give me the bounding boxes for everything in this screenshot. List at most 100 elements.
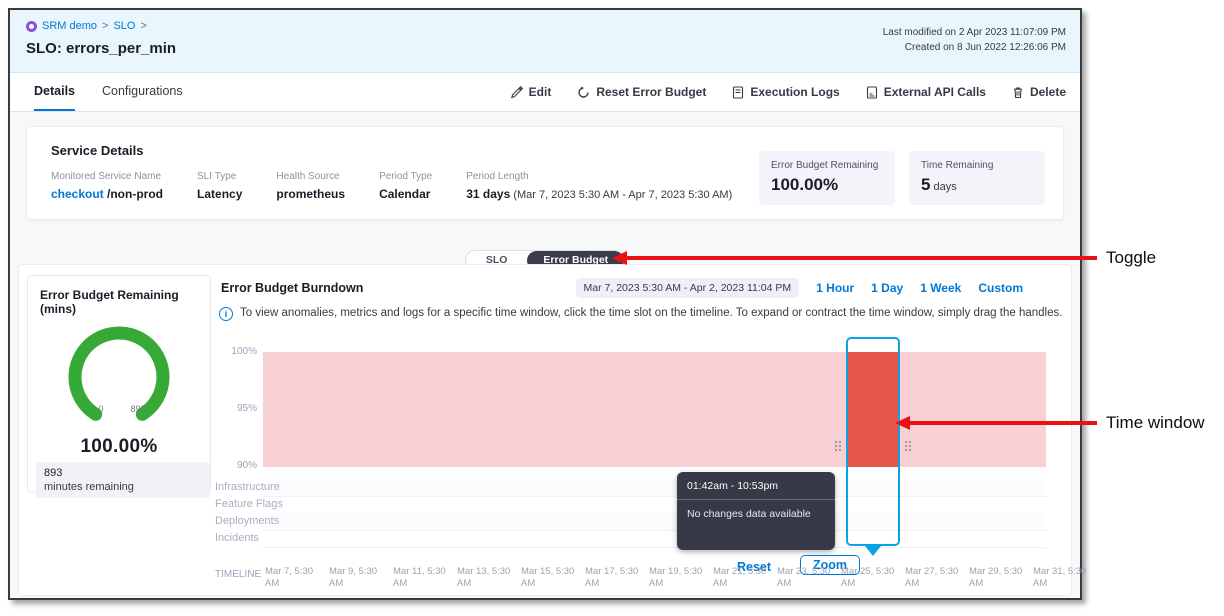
external-api-calls-button[interactable]: External API Calls xyxy=(866,85,986,99)
burndown-title: Error Budget Burndown xyxy=(221,281,363,295)
edit-button[interactable]: Edit xyxy=(510,85,552,99)
toggle-annotation-arrow xyxy=(627,256,1097,260)
pencil-icon xyxy=(510,86,523,99)
service-details-fields: Monitored Service Name checkout /non-pro… xyxy=(51,171,732,201)
timeline-tick: Mar 13, 5:30 AM xyxy=(457,566,515,590)
timeline-tick: Mar 11, 5:30 AM xyxy=(393,566,451,590)
field-label: SLI Type xyxy=(197,171,242,182)
row-label-deployments: Deployments xyxy=(215,515,279,527)
field-label: Period Length xyxy=(466,171,732,182)
field-label: Monitored Service Name xyxy=(51,171,163,182)
timeline-tick: Mar 23, 5:30 AM xyxy=(777,566,835,590)
breadcrumb-separator: > xyxy=(102,20,108,32)
row-infrastructure-track[interactable] xyxy=(263,479,1046,497)
field-period-length: Period Length 31 days (Mar 7, 2023 5:30 … xyxy=(466,171,732,201)
card-label: Error Budget Remaining xyxy=(771,160,881,171)
error-budget-band[interactable] xyxy=(263,352,1046,467)
card-unit: days xyxy=(930,181,956,193)
gauge-title: Error Budget Remaining (mins) xyxy=(40,288,210,316)
field-value-extra: (Mar 7, 2023 5:30 AM - Apr 7, 2023 5:30 … xyxy=(510,189,732,201)
tab-details[interactable]: Details xyxy=(34,73,75,111)
page-body: Service Details Monitored Service Name c… xyxy=(10,112,1080,598)
breadcrumb-separator: > xyxy=(140,20,146,32)
delete-button[interactable]: Delete xyxy=(1012,85,1066,99)
row-feature-flags-track[interactable] xyxy=(263,496,1046,514)
gauge-value: 893 xyxy=(44,466,202,480)
card-value: 100.00% xyxy=(771,175,881,195)
execution-logs-label: Execution Logs xyxy=(750,85,839,99)
gauge-value-box: 893 minutes remaining xyxy=(36,462,210,498)
timeline-tick: Mar 21, 5:30 AM xyxy=(713,566,771,590)
gauge-max-label: 893 xyxy=(130,404,145,414)
field-value: 31 days xyxy=(466,187,510,201)
time-window-annotation-arrow xyxy=(910,421,1097,425)
error-budget-section: Error Budget Remaining (mins) 0 893 100.… xyxy=(18,264,1072,596)
y-tick-100: 100% xyxy=(215,346,257,357)
y-tick-95: 95% xyxy=(215,403,257,414)
toggle-annotation-label: Toggle xyxy=(1106,248,1156,268)
srm-logo-icon xyxy=(26,21,37,32)
timeline-tick: Mar 29, 5:30 AM xyxy=(969,566,1027,590)
y-tick-90: 90% xyxy=(215,460,257,471)
timestamps: Last modified on 2 Apr 2023 11:07:09 PM … xyxy=(883,25,1066,55)
toggle-annotation-arrowhead-icon xyxy=(612,251,627,265)
field-sli-type: SLI Type Latency xyxy=(197,171,242,201)
document-api-icon xyxy=(866,86,878,99)
changes-tooltip: 01:42am - 10:53pm No changes data availa… xyxy=(677,472,835,550)
burndown-info-text: To view anomalies, metrics and logs for … xyxy=(240,307,1062,319)
page-header: SRM demo > SLO > SLO: errors_per_min Las… xyxy=(10,10,1080,73)
tooltip-message: No changes data available xyxy=(677,500,835,550)
reset-error-budget-button[interactable]: Reset Error Budget xyxy=(577,85,706,99)
screenshot-stage: SRM demo > SLO > SLO: errors_per_min Las… xyxy=(0,0,1224,616)
gauge-unit: minutes remaining xyxy=(44,480,202,494)
service-details-title: Service Details xyxy=(51,143,144,158)
breadcrumb-project-link[interactable]: SRM demo xyxy=(42,20,97,32)
monitored-service-link[interactable]: checkout xyxy=(51,187,104,201)
summary-cards: Error Budget Remaining 100.00% Time Rema… xyxy=(759,151,1045,205)
time-window-annotation-arrowhead-icon xyxy=(895,416,910,430)
timeline-tick: Mar 17, 5:30 AM xyxy=(585,566,643,590)
error-budget-burndown: Error Budget Burndown Mar 7, 2023 5:30 A… xyxy=(215,273,1063,591)
range-1-week[interactable]: 1 Week xyxy=(920,281,961,295)
range-1-hour[interactable]: 1 Hour xyxy=(816,281,854,295)
selection-right-drag-handle-icon[interactable] xyxy=(905,441,911,451)
gauge-min-label: 0 xyxy=(98,404,103,414)
service-details-card: Service Details Monitored Service Name c… xyxy=(26,126,1064,220)
tab-configurations[interactable]: Configurations xyxy=(102,73,183,109)
time-remaining-card: Time Remaining 5 days xyxy=(909,151,1045,205)
trash-icon xyxy=(1012,86,1024,99)
execution-logs-button[interactable]: Execution Logs xyxy=(732,85,839,99)
row-label-feature-flags: Feature Flags xyxy=(215,498,283,510)
field-value: Calendar xyxy=(379,187,432,201)
tab-bar: Details Configurations Edit Reset Error … xyxy=(10,73,1080,112)
row-incidents-track[interactable] xyxy=(263,530,1046,548)
field-value: Latency xyxy=(197,187,242,201)
field-period-type: Period Type Calendar xyxy=(379,171,432,201)
document-icon xyxy=(732,86,744,99)
range-custom[interactable]: Custom xyxy=(978,281,1023,295)
last-modified-text: Last modified on 2 Apr 2023 11:07:09 PM xyxy=(883,25,1066,40)
selection-left-drag-handle-icon[interactable] xyxy=(835,441,841,451)
date-range-chip[interactable]: Mar 7, 2023 5:30 AM - Apr 2, 2023 11:04 … xyxy=(576,278,800,298)
field-monitored-service: Monitored Service Name checkout /non-pro… xyxy=(51,171,163,201)
timeline-tick: Mar 27, 5:30 AM xyxy=(905,566,963,590)
error-budget-gauge-card: Error Budget Remaining (mins) 0 893 100.… xyxy=(27,275,211,493)
info-icon: i xyxy=(219,307,233,321)
created-text: Created on 8 Jun 2022 12:26:06 PM xyxy=(883,40,1066,55)
gauge-donut: 0 893 xyxy=(64,322,174,432)
field-value: prometheus xyxy=(276,187,345,201)
timeline-tick: Mar 25, 5:30 AM xyxy=(841,566,899,590)
env-suffix: /non-prod xyxy=(104,187,163,201)
gauge-percent: 100.00% xyxy=(28,436,210,458)
breadcrumb: SRM demo > SLO > xyxy=(26,20,147,32)
delete-label: Delete xyxy=(1030,85,1066,99)
field-label: Period Type xyxy=(379,171,432,182)
range-1-day[interactable]: 1 Day xyxy=(871,281,903,295)
timeline-tick: Mar 15, 5:30 AM xyxy=(521,566,579,590)
timeline-tick: Mar 31, 5:30 AM xyxy=(1033,566,1091,590)
breadcrumb-slo-link[interactable]: SLO xyxy=(113,20,135,32)
burndown-info: i To view anomalies, metrics and logs fo… xyxy=(219,307,1062,321)
time-window-selection[interactable] xyxy=(846,337,900,546)
burndown-controls: Mar 7, 2023 5:30 AM - Apr 2, 2023 11:04 … xyxy=(576,278,1023,298)
row-deployments-track[interactable] xyxy=(263,513,1046,531)
